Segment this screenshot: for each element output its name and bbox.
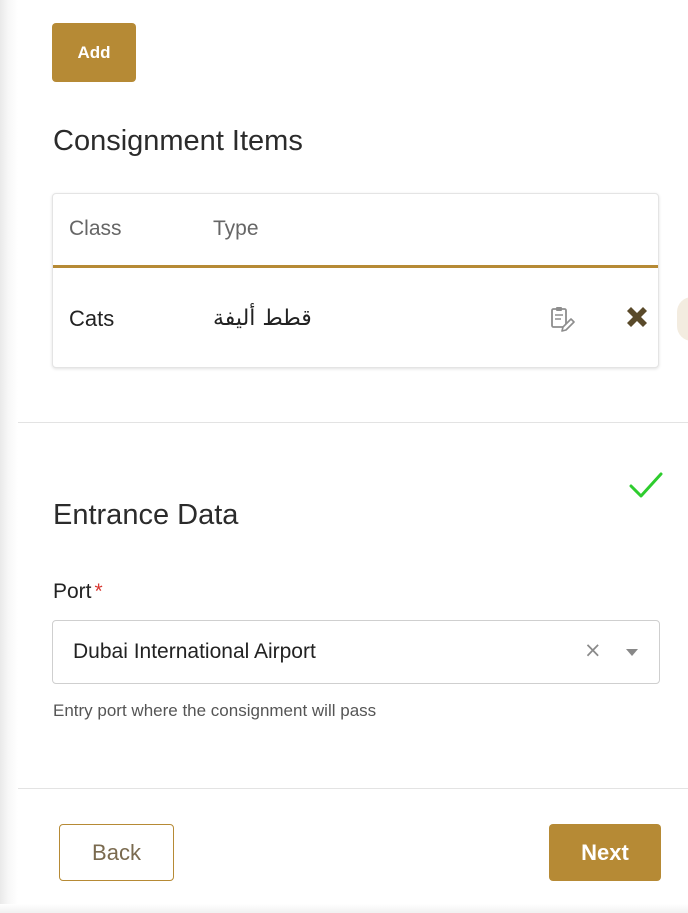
column-header-type: Type xyxy=(213,217,259,240)
add-button[interactable]: Add xyxy=(52,23,136,82)
table-row: Cats قطط أليفة xyxy=(53,271,658,369)
chevron-down-icon[interactable] xyxy=(626,649,638,656)
cell-type: قطط أليفة xyxy=(213,306,312,331)
next-button[interactable]: Next xyxy=(549,824,661,881)
back-button[interactable]: Back xyxy=(59,824,174,881)
port-selected-value: Dubai International Airport xyxy=(73,640,316,663)
required-marker: * xyxy=(94,580,103,603)
consignment-items-table: Class Type Cats قطط أليفة xyxy=(52,193,659,368)
table-header: Class Type xyxy=(53,194,658,268)
port-select[interactable]: Dubai International Airport × xyxy=(52,620,660,684)
consignment-items-title: Consignment Items xyxy=(53,125,303,157)
port-help-text: Entry port where the consignment will pa… xyxy=(53,701,377,720)
cell-class: Cats xyxy=(69,306,115,331)
port-label: Port * xyxy=(53,580,103,604)
port-label-text: Port xyxy=(53,580,92,603)
footer-divider xyxy=(18,788,688,789)
edit-icon[interactable] xyxy=(549,306,575,332)
consignment-form-page: Add Consignment Items Class Type Cats قط… xyxy=(0,0,688,913)
column-header-class: Class xyxy=(69,217,122,240)
page-bottom-shadow xyxy=(0,904,688,913)
row-side-action-button[interactable] xyxy=(677,297,688,341)
check-icon xyxy=(628,470,664,500)
section-divider xyxy=(18,422,688,423)
delete-icon[interactable] xyxy=(623,304,651,332)
page-left-shadow xyxy=(0,0,18,913)
entrance-data-title: Entrance Data xyxy=(53,499,239,531)
clear-icon[interactable]: × xyxy=(584,638,602,662)
